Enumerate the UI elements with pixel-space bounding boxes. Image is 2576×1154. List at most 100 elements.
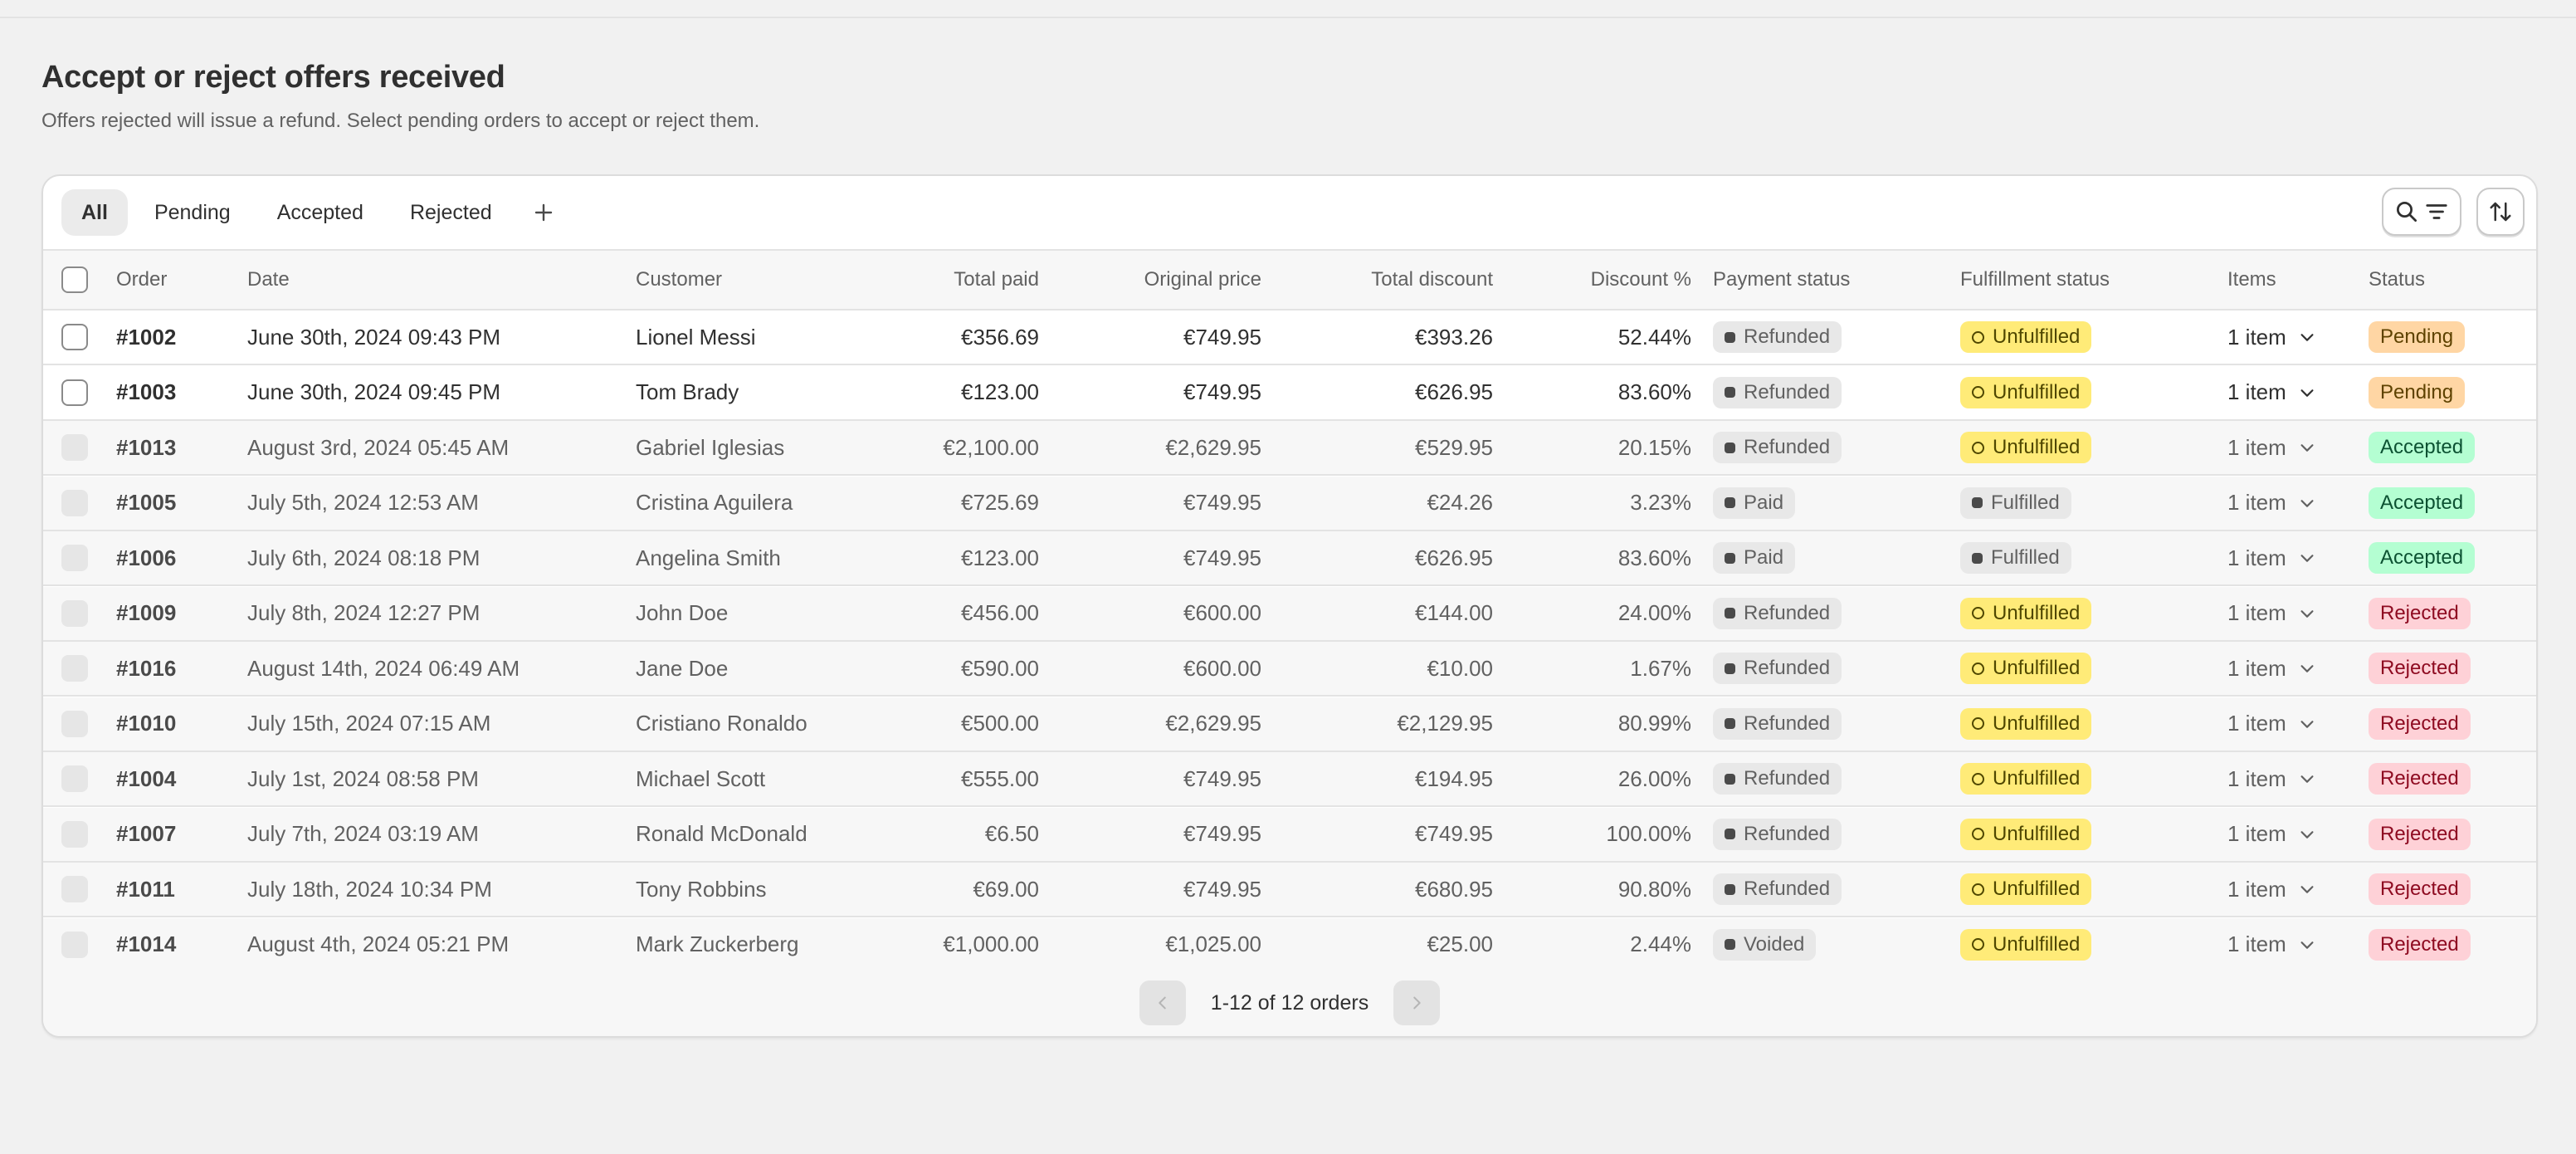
header-date[interactable]: Date	[247, 251, 290, 309]
header-order[interactable]: Order	[116, 251, 167, 309]
status-dot-icon	[1725, 497, 1735, 508]
fulfillment-status-cell: Unfulfilled	[1960, 697, 2092, 751]
table-row[interactable]: #1006 July 6th, 2024 08:18 PM Angelina Smi…	[43, 531, 2536, 586]
fulfillment-status-label: Fulfilled	[1991, 491, 2060, 514]
status-dot-icon	[1725, 883, 1735, 895]
order-number[interactable]: #1007	[116, 808, 176, 861]
table-row[interactable]: #1013 August 3rd, 2024 05:45 AM Gabriel Ig…	[43, 421, 2536, 476]
header-payment-status[interactable]: Payment status	[1713, 251, 1850, 309]
status-dot-icon	[1725, 939, 1735, 950]
fulfillment-status-badge: Fulfilled	[1960, 542, 2071, 574]
order-number[interactable]: #1005	[116, 477, 176, 530]
order-number[interactable]: #1014	[116, 918, 176, 971]
search-filter-button[interactable]	[2382, 188, 2461, 236]
table-row[interactable]: #1007 July 7th, 2024 03:19 AM Ronald McDon…	[43, 807, 2536, 863]
total-discount: €529.95	[1415, 434, 1493, 460]
tab-pending[interactable]: Pending	[134, 189, 251, 236]
order-number[interactable]: #1002	[116, 311, 176, 364]
table-row[interactable]: #1016 August 14th, 2024 06:49 AM Jane Doe €…	[43, 642, 2536, 697]
order-number[interactable]: #1011	[116, 863, 175, 916]
status-dot-icon	[1725, 663, 1735, 674]
order-number[interactable]: #1009	[116, 587, 176, 640]
items-count: 1 item	[2227, 434, 2286, 460]
select-all-checkbox[interactable]	[61, 266, 88, 293]
incomplete-circle-icon	[1972, 772, 1984, 785]
status-dot-icon	[1725, 387, 1735, 398]
items-dropdown[interactable]: 1 item	[2227, 311, 2316, 364]
order-number[interactable]: #1004	[116, 752, 176, 805]
items-dropdown[interactable]: 1 item	[2227, 918, 2316, 971]
items-dropdown[interactable]: 1 item	[2227, 808, 2316, 861]
fulfillment-status-cell: Unfulfilled	[1960, 918, 2092, 971]
header-status[interactable]: Status	[2369, 251, 2425, 309]
payment-status-label: Voided	[1744, 932, 1805, 956]
items-count: 1 item	[2227, 932, 2286, 956]
total-discount: €626.95	[1415, 379, 1493, 404]
tab-all[interactable]: All	[61, 189, 128, 236]
table-tools	[2382, 188, 2525, 236]
pagination: 1-12 of 12 orders	[43, 970, 2536, 1036]
fulfillment-status-label: Fulfilled	[1991, 546, 2060, 569]
tab-rejected[interactable]: Rejected	[390, 189, 512, 236]
payment-status-cell: Paid	[1713, 477, 1796, 530]
row-checkbox[interactable]	[61, 379, 88, 406]
table-row[interactable]: #1003 June 30th, 2024 09:45 PM Tom Brady €1…	[43, 365, 2536, 421]
row-select-cell	[61, 808, 88, 861]
filter-icon	[2426, 204, 2447, 219]
total-discount: €626.95	[1415, 545, 1493, 570]
items-dropdown[interactable]: 1 item	[2227, 863, 2316, 916]
items-dropdown[interactable]: 1 item	[2227, 421, 2316, 474]
order-number[interactable]: #1003	[116, 366, 176, 419]
items-count: 1 item	[2227, 600, 2286, 625]
status-dot-icon	[1725, 442, 1735, 453]
header-customer[interactable]: Customer	[636, 251, 722, 309]
incomplete-circle-icon	[1972, 828, 1984, 840]
order-number[interactable]: #1010	[116, 697, 176, 751]
items-dropdown[interactable]: 1 item	[2227, 531, 2316, 584]
tab-accepted[interactable]: Accepted	[257, 189, 383, 236]
discount-percent: 2.44%	[1630, 932, 1691, 956]
header-total-paid[interactable]: Total paid	[873, 251, 1039, 309]
orders-card: All Pending Accepted Rejected Order Date…	[41, 174, 2538, 1038]
order-number[interactable]: #1013	[116, 421, 176, 474]
chevron-down-icon	[2300, 941, 2314, 949]
items-dropdown[interactable]: 1 item	[2227, 642, 2316, 695]
row-checkbox	[61, 710, 88, 737]
header-fulfillment-status[interactable]: Fulfillment status	[1960, 251, 2110, 309]
table-row[interactable]: #1014 August 4th, 2024 05:21 PM Mark Zucke…	[43, 917, 2536, 973]
items-dropdown[interactable]: 1 item	[2227, 587, 2316, 640]
header-original-price[interactable]: Original price	[1056, 251, 1261, 309]
table-row[interactable]: #1005 July 5th, 2024 12:53 AM Cristina Agu…	[43, 476, 2536, 531]
sort-button[interactable]	[2476, 188, 2525, 236]
items-dropdown[interactable]: 1 item	[2227, 477, 2316, 530]
fulfillment-status-cell: Unfulfilled	[1960, 752, 2092, 805]
table-row[interactable]: #1002 June 30th, 2024 09:43 PM Lionel Mess…	[43, 311, 2536, 365]
order-number[interactable]: #1006	[116, 531, 176, 584]
row-checkbox[interactable]	[61, 324, 88, 350]
header-total-discount[interactable]: Total discount	[1288, 251, 1493, 309]
fulfillment-status-badge: Unfulfilled	[1960, 653, 2092, 684]
order-date: August 4th, 2024 05:21 PM	[247, 932, 510, 956]
status-dot-icon	[1725, 331, 1735, 343]
chevron-down-icon	[2300, 665, 2314, 672]
order-number[interactable]: #1016	[116, 642, 176, 695]
table-row[interactable]: #1004 July 1st, 2024 08:58 PM Michael Scot…	[43, 752, 2536, 807]
next-page-button[interactable]	[1393, 980, 1441, 1025]
items-dropdown[interactable]: 1 item	[2227, 752, 2316, 805]
status-badge: Accepted	[2369, 542, 2476, 574]
incomplete-circle-icon	[1972, 330, 1984, 344]
order-date: June 30th, 2024 09:45 PM	[247, 379, 501, 404]
add-tab-button[interactable]	[519, 189, 568, 236]
header-items[interactable]: Items	[2227, 251, 2276, 309]
header-discount-pct[interactable]: Discount %	[1520, 251, 1691, 309]
status-dot-icon	[1725, 829, 1735, 839]
status-badge: Rejected	[2369, 653, 2471, 684]
items-dropdown[interactable]: 1 item	[2227, 697, 2316, 751]
items-dropdown[interactable]: 1 item	[2227, 366, 2316, 419]
table-row[interactable]: #1010 July 15th, 2024 07:15 AM Cristiano R…	[43, 697, 2536, 752]
table-row[interactable]: #1009 July 8th, 2024 12:27 PM John Doe €456…	[43, 586, 2536, 642]
prev-page-button[interactable]	[1139, 980, 1186, 1025]
table-row[interactable]: #1011 July 18th, 2024 10:34 PM Tony Robbin…	[43, 863, 2536, 917]
customer-name: Mark Zuckerberg	[636, 932, 799, 956]
payment-status-badge: Refunded	[1713, 321, 1842, 353]
